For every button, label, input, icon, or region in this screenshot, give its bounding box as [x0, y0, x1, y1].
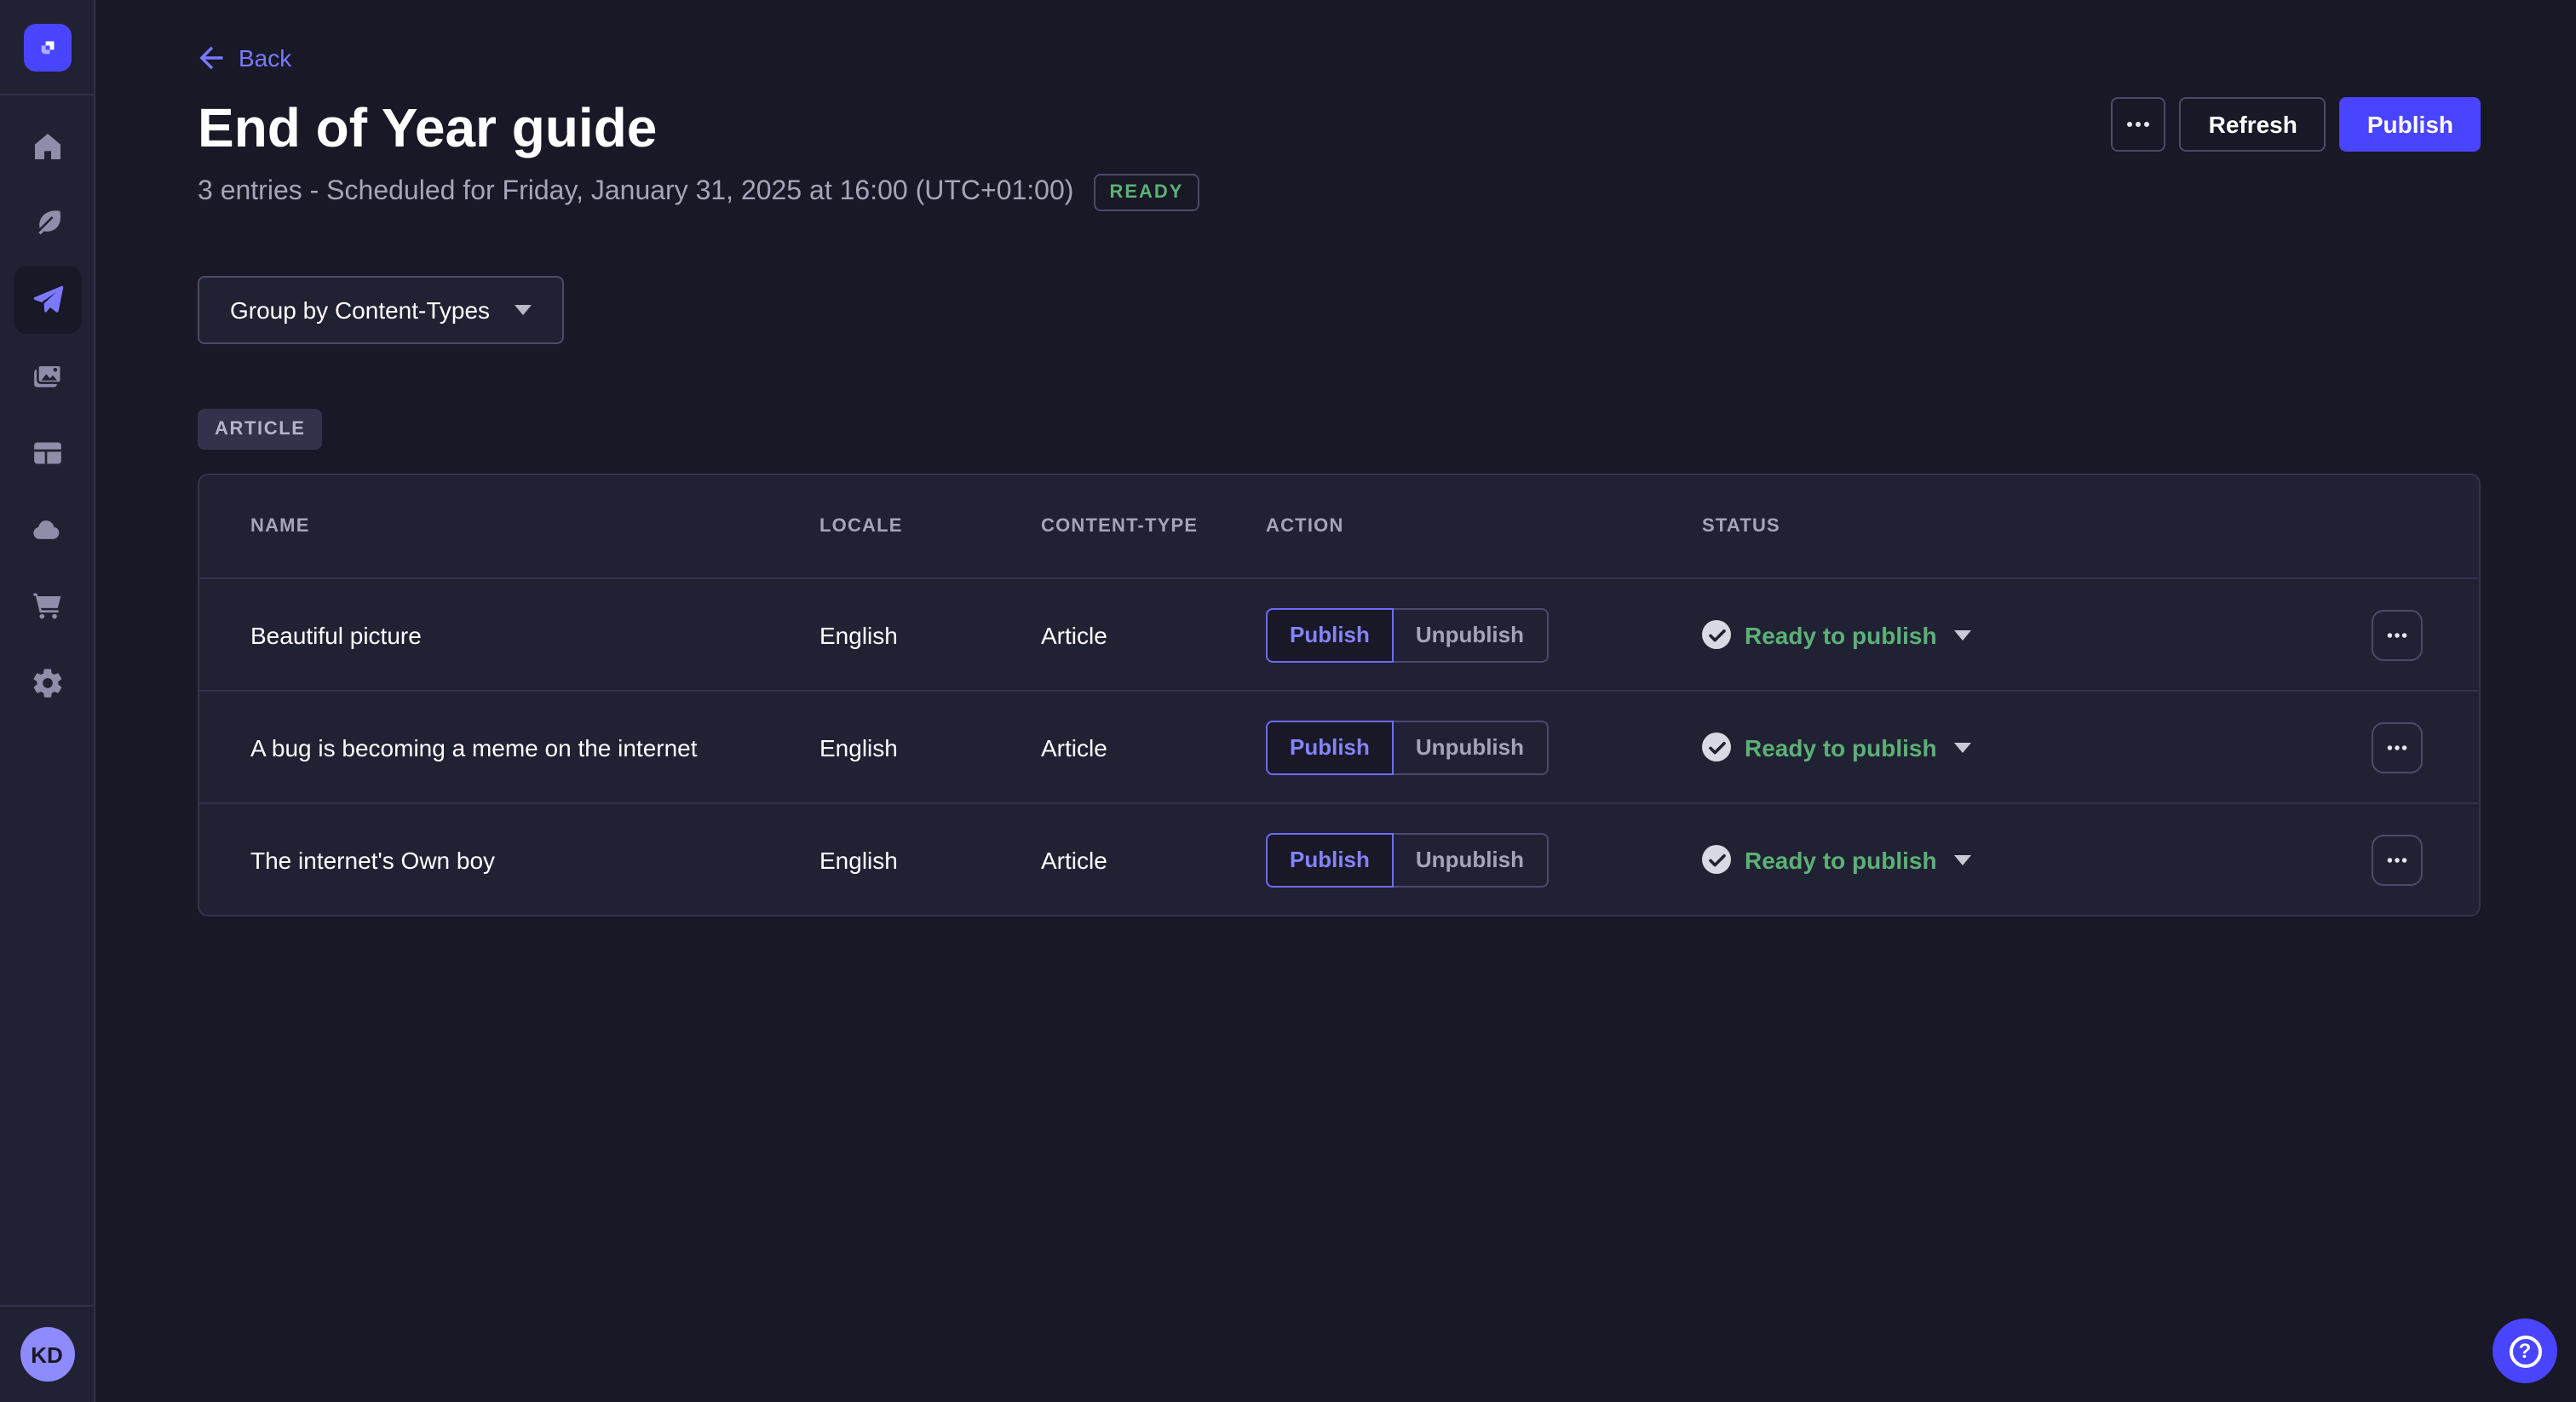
publish-release-button[interactable]: Publish: [2340, 97, 2481, 152]
back-arrow-icon: [198, 44, 225, 72]
check-circle-icon: [1702, 733, 1731, 761]
entry-status-label: Ready to publish: [1745, 733, 1937, 761]
row-more-button[interactable]: [2372, 609, 2423, 660]
images-icon: [30, 359, 64, 393]
chevron-down-icon: [514, 305, 531, 315]
sidebar-item-deploy[interactable]: [13, 495, 81, 563]
publish-action-button[interactable]: Publish: [1266, 720, 1394, 774]
paper-plane-icon: [30, 282, 64, 316]
entry-name: The internet's Own boy: [250, 846, 819, 873]
column-header-name: NAME: [250, 516, 819, 537]
sidebar: KD: [0, 0, 95, 1402]
sidebar-item-marketplace[interactable]: [13, 572, 81, 640]
entry-content-type: Article: [1041, 846, 1266, 873]
sidebar-item-content-type-builder[interactable]: [13, 418, 81, 486]
app-root: KD Back End of Year guide 3 entries - Sc…: [0, 0, 2576, 1402]
entry-status-button[interactable]: Ready to publish: [1702, 733, 1971, 761]
subtitle-row: 3 entries - Scheduled for Friday, Januar…: [198, 174, 2481, 211]
column-header-action: ACTION: [1266, 516, 1702, 537]
unpublish-action-button[interactable]: Unpublish: [1394, 832, 1548, 887]
entry-locale: English: [819, 733, 1041, 761]
cloud-icon: [30, 512, 64, 546]
entry-locale: English: [819, 621, 1041, 648]
content-type-group-badge: ARTICLE: [198, 409, 323, 450]
ellipsis-icon: [2387, 744, 2407, 750]
main-content: Back End of Year guide 3 entries - Sched…: [95, 0, 2576, 1402]
avatar[interactable]: KD: [20, 1327, 74, 1382]
action-toggle: Publish Unpublish: [1266, 720, 1548, 774]
sidebar-item-home[interactable]: [13, 112, 81, 180]
refresh-button[interactable]: Refresh: [2180, 97, 2326, 152]
group-by-label: Group by Content-Types: [230, 296, 490, 324]
sidebar-item-media-library[interactable]: [13, 342, 81, 410]
home-icon: [30, 129, 64, 163]
caret-down-icon: [1954, 629, 1971, 640]
table-header: NAME LOCALE CONTENT-TYPE ACTION STATUS: [199, 475, 2479, 577]
unpublish-action-button[interactable]: Unpublish: [1394, 607, 1548, 662]
strapi-logo-link[interactable]: [0, 0, 94, 95]
ellipsis-icon: [2387, 631, 2407, 638]
entry-content-type: Article: [1041, 733, 1266, 761]
group-badge-row: ARTICLE: [198, 409, 2481, 450]
row-more-button[interactable]: [2372, 834, 2423, 885]
unpublish-action-button[interactable]: Unpublish: [1394, 720, 1548, 774]
check-circle-icon: [1702, 620, 1731, 649]
question-icon: ?: [2509, 1335, 2541, 1367]
entry-name: Beautiful picture: [250, 621, 819, 648]
entry-status-button[interactable]: Ready to publish: [1702, 620, 1971, 649]
entry-status-label: Ready to publish: [1745, 621, 1937, 648]
gear-icon: [30, 665, 64, 699]
feather-icon: [30, 205, 64, 239]
sidebar-footer: KD: [0, 1305, 94, 1402]
table-row: Beautiful picture English Article Publis…: [199, 577, 2479, 690]
entry-name: A bug is becoming a meme on the internet: [250, 733, 819, 761]
status-badge: READY: [1094, 174, 1199, 211]
cart-icon: [30, 589, 64, 623]
back-link[interactable]: Back: [198, 44, 291, 72]
column-header-locale: LOCALE: [819, 516, 1041, 537]
action-toggle: Publish Unpublish: [1266, 607, 1548, 662]
group-by-select[interactable]: Group by Content-Types: [198, 276, 563, 344]
publish-action-button[interactable]: Publish: [1266, 832, 1394, 887]
caret-down-icon: [1954, 742, 1971, 752]
back-label: Back: [239, 44, 291, 72]
release-subtitle: 3 entries - Scheduled for Friday, Januar…: [198, 174, 1073, 211]
sidebar-item-settings[interactable]: [13, 648, 81, 716]
groupby-row: Group by Content-Types: [198, 276, 2481, 344]
help-button[interactable]: ?: [2493, 1319, 2557, 1383]
check-circle-icon: [1702, 845, 1731, 874]
table-row: A bug is becoming a meme on the internet…: [199, 690, 2479, 802]
column-header-content-type: CONTENT-TYPE: [1041, 516, 1266, 537]
more-options-button[interactable]: [2112, 97, 2166, 152]
header-actions: Refresh Publish: [2112, 97, 2481, 152]
entry-status-label: Ready to publish: [1745, 846, 1937, 873]
entry-locale: English: [819, 846, 1041, 873]
column-header-status: STATUS: [1702, 516, 2343, 537]
publish-action-button[interactable]: Publish: [1266, 607, 1394, 662]
ellipsis-icon: [2127, 121, 2151, 128]
entry-content-type: Article: [1041, 621, 1266, 648]
entry-status-button[interactable]: Ready to publish: [1702, 845, 1971, 874]
row-more-button[interactable]: [2372, 721, 2423, 773]
strapi-logo-icon: [23, 23, 71, 71]
sidebar-nav: [0, 95, 94, 721]
layout-icon: [30, 435, 64, 469]
ellipsis-icon: [2387, 856, 2407, 863]
action-toggle: Publish Unpublish: [1266, 832, 1548, 887]
entries-table: NAME LOCALE CONTENT-TYPE ACTION STATUS B…: [198, 474, 2481, 916]
caret-down-icon: [1954, 854, 1971, 865]
sidebar-item-releases[interactable]: [13, 265, 81, 333]
sidebar-item-content-manager[interactable]: [13, 188, 81, 256]
table-row: The internet's Own boy English Article P…: [199, 802, 2479, 915]
